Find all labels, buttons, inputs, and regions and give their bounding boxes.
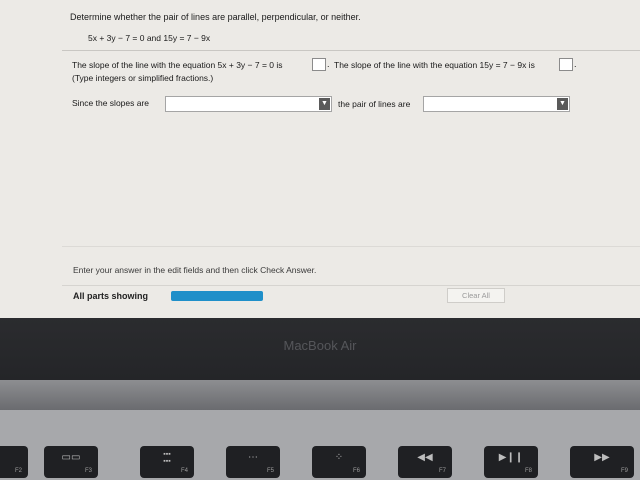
key-f3[interactable]: ▭▭ F3 [44, 446, 98, 478]
answer-hint: (Type integers or simplified fractions.) [72, 73, 214, 83]
key-f6[interactable]: ⁘ F6 [312, 446, 366, 478]
parts-label: All parts showing [73, 291, 149, 301]
question-title: Determine whether the pair of lines are … [70, 12, 361, 22]
mission-control-icon: ▭▭ [61, 452, 81, 463]
keyboard-light-up-icon: ⁘ [334, 452, 344, 463]
slope-answer-a[interactable] [312, 58, 326, 71]
slope-prompt-b: The slope of the line with the equation … [334, 60, 535, 70]
key-label: F2 [14, 468, 22, 474]
chevron-down-icon[interactable]: ▼ [557, 98, 568, 110]
key-f4[interactable]: ▪▪▪ ▪▪▪ F4 [140, 446, 194, 478]
key-f7[interactable]: ◀◀ F7 [398, 446, 452, 478]
equations: 5x + 3y − 7 = 0 and 15y = 7 − 9x [88, 33, 211, 43]
key-label: F4 [180, 468, 188, 474]
rewind-icon: ◀◀ [417, 452, 433, 463]
divider [62, 285, 640, 286]
launchpad-icon: ▪▪▪ ▪▪▪ [163, 451, 171, 465]
pair-label: the pair of lines are [338, 99, 411, 109]
period: . [327, 59, 330, 69]
fast-forward-icon: ▶▶ [594, 452, 610, 463]
clear-all-button[interactable]: Clear All [447, 288, 505, 303]
key-f2[interactable]: F2 [0, 446, 28, 478]
slope-answer-b[interactable] [559, 58, 573, 71]
divider [62, 246, 640, 247]
key-label: F3 [84, 468, 92, 474]
key-label: F5 [266, 468, 274, 474]
key-f9[interactable]: ▶▶ F9 [570, 446, 634, 478]
progress-bar [171, 291, 263, 301]
laptop-hinge [0, 380, 640, 410]
key-f5[interactable]: ⋯ F5 [226, 446, 280, 478]
browser-screen: Determine whether the pair of lines are … [0, 0, 640, 318]
key-label: F6 [352, 468, 360, 474]
since-label: Since the slopes are [72, 98, 150, 108]
slope-prompt-a: The slope of the line with the equation … [72, 60, 283, 70]
brand-logo: MacBook Air [283, 338, 357, 353]
progress-fill [171, 291, 263, 301]
lines-dropdown[interactable]: ▼ [423, 96, 570, 112]
keyboard-light-down-icon: ⋯ [248, 452, 258, 463]
key-label: F9 [620, 468, 628, 474]
period: . [574, 59, 577, 69]
key-label: F8 [524, 468, 532, 474]
play-pause-icon: ▶❙❙ [498, 452, 524, 463]
key-f8[interactable]: ▶❙❙ F8 [484, 446, 538, 478]
divider [62, 50, 640, 51]
key-label: F7 [438, 468, 446, 474]
chevron-down-icon[interactable]: ▼ [319, 98, 330, 110]
slopes-dropdown[interactable]: ▼ [165, 96, 332, 112]
instructions: Enter your answer in the edit fields and… [73, 265, 317, 275]
